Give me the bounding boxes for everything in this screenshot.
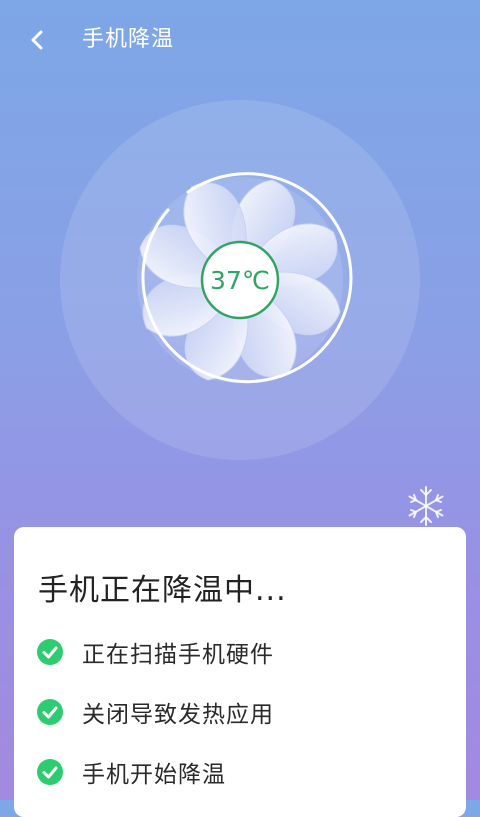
status-heading: 手机正在降温中... bbox=[38, 573, 287, 608]
top-bar: 手机降温 bbox=[0, 0, 480, 78]
check-circle-icon bbox=[37, 699, 63, 725]
page-title: 手机降温 bbox=[82, 27, 175, 52]
back-button[interactable] bbox=[18, 20, 58, 60]
check-circle-icon bbox=[37, 759, 63, 785]
snowflake-icon bbox=[408, 486, 444, 526]
step-item: 关闭导致发热应用 bbox=[36, 697, 274, 728]
step-item: 正在扫描手机硬件 bbox=[36, 637, 274, 668]
check-circle-icon bbox=[37, 639, 63, 665]
step-item: 手机开始降温 bbox=[36, 757, 226, 788]
step-label: 手机开始降温 bbox=[82, 762, 226, 788]
cooling-fan-gauge: 37℃ bbox=[60, 100, 420, 460]
fan-illustration bbox=[60, 100, 420, 460]
chevron-left-icon bbox=[31, 30, 43, 50]
step-label: 关闭导致发热应用 bbox=[82, 702, 274, 728]
cooling-status-card: 手机正在降温中... 正在扫描手机硬件 关闭导致发热应用 手机开始降温 bbox=[14, 527, 466, 817]
step-label: 正在扫描手机硬件 bbox=[82, 642, 274, 668]
